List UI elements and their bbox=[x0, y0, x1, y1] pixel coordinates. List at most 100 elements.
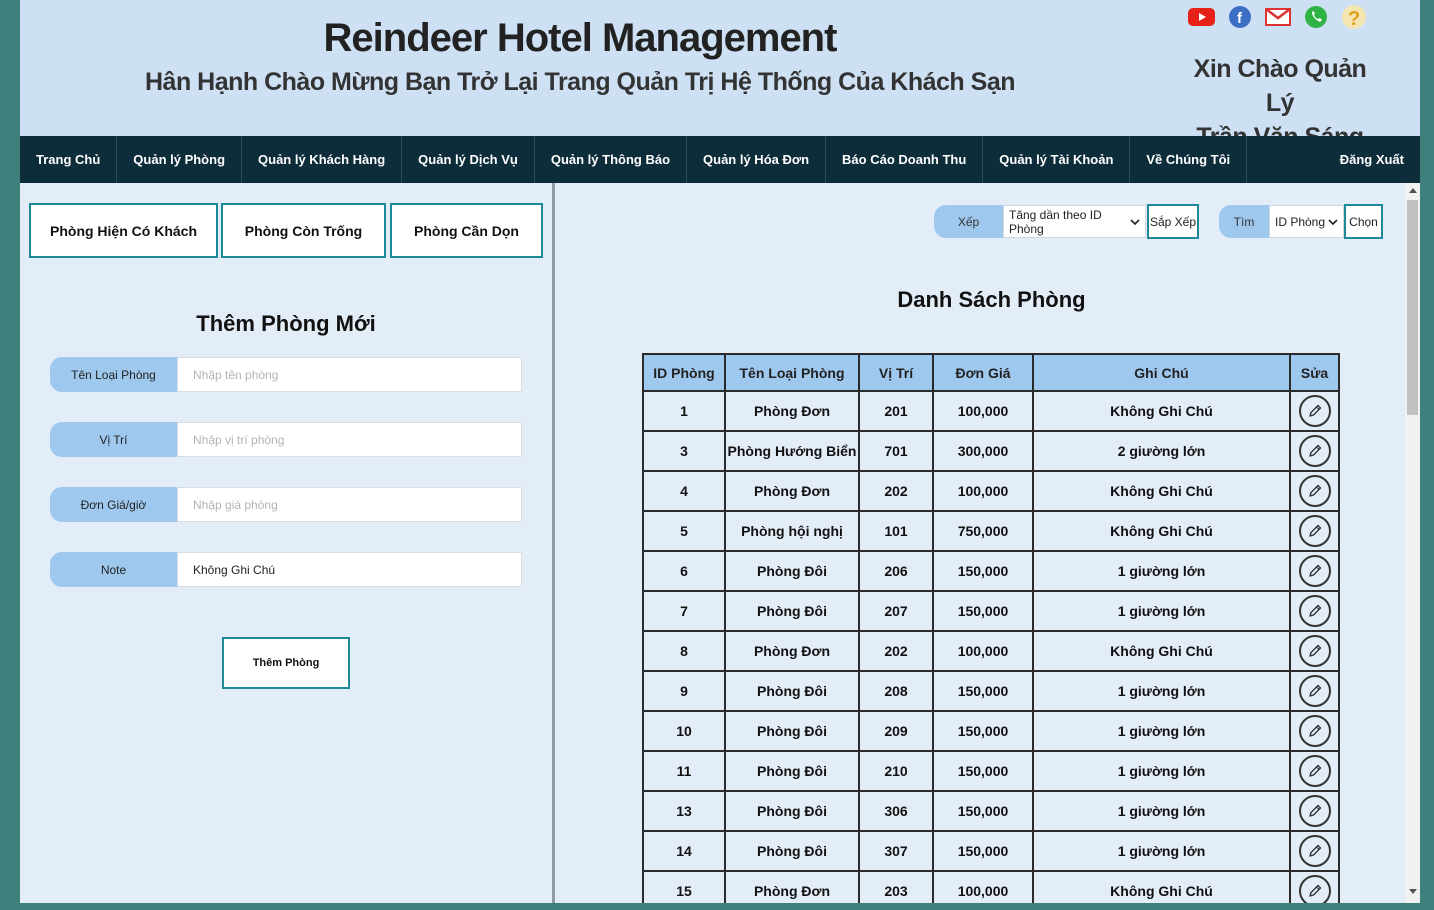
table-row: 9 Phòng Đôi 208 150,000 1 giường lớn bbox=[642, 670, 1340, 712]
cell-edit bbox=[1289, 390, 1340, 432]
cell-room-type: Phòng Đơn bbox=[724, 470, 860, 512]
note-label: Note bbox=[50, 552, 177, 587]
edit-pencil-icon[interactable] bbox=[1298, 835, 1331, 867]
whatsapp-icon[interactable] bbox=[1302, 5, 1329, 29]
scroll-up-arrow-icon[interactable] bbox=[1409, 188, 1417, 193]
edit-pencil-icon[interactable] bbox=[1298, 715, 1331, 747]
col-room-type[interactable]: Tên Loại Phòng bbox=[724, 353, 860, 392]
cell-room-id: 1 bbox=[642, 390, 726, 432]
nav-revenue-report[interactable]: Báo Cáo Doanh Thu bbox=[826, 136, 984, 183]
room-type-input[interactable]: Nhập tên phòng bbox=[177, 357, 522, 392]
col-room-id[interactable]: ID Phòng bbox=[642, 353, 726, 392]
cell-location: 207 bbox=[858, 590, 934, 632]
room-type-label: Tên Loại Phòng bbox=[50, 357, 177, 392]
edit-pencil-icon[interactable] bbox=[1298, 395, 1331, 427]
cell-price: 100,000 bbox=[932, 630, 1034, 672]
add-room-button[interactable]: Thêm Phòng bbox=[222, 637, 350, 689]
logout-link[interactable]: Đăng Xuất bbox=[1324, 136, 1420, 183]
table-row: 1 Phòng Đơn 201 100,000 Không Ghi Chú bbox=[642, 390, 1340, 432]
cell-price: 300,000 bbox=[932, 430, 1034, 472]
price-row: Đơn Giá/giờ Nhập giá phòng bbox=[50, 487, 522, 522]
search-button[interactable]: Chọn bbox=[1344, 204, 1383, 239]
price-input[interactable]: Nhập giá phòng bbox=[177, 487, 522, 522]
edit-pencil-icon[interactable] bbox=[1298, 435, 1331, 467]
page-subtitle: Hân Hạnh Chào Mừng Bạn Trở Lại Trang Quả… bbox=[144, 68, 1016, 96]
edit-pencil-icon[interactable] bbox=[1298, 595, 1331, 627]
search-field-select[interactable]: ID Phòng bbox=[1269, 205, 1344, 238]
nav-account-management[interactable]: Quản lý Tài Khoản bbox=[983, 136, 1131, 183]
cell-edit bbox=[1289, 510, 1340, 552]
cell-location: 209 bbox=[858, 710, 934, 752]
cell-room-type: Phòng Đôi bbox=[724, 710, 860, 752]
edit-pencil-icon[interactable] bbox=[1298, 515, 1331, 547]
cell-room-id: 10 bbox=[642, 710, 726, 752]
nav-service-management[interactable]: Quản lý Dịch Vụ bbox=[402, 136, 535, 183]
sort-select[interactable]: Tăng dần theo ID Phòng bbox=[1003, 205, 1146, 238]
gmail-icon[interactable] bbox=[1264, 5, 1291, 29]
table-row: 3 Phòng Hướng Biển 701 300,000 2 giường lớn bbox=[642, 430, 1340, 472]
nav-invoice-management[interactable]: Quản lý Hóa Đơn bbox=[687, 136, 827, 183]
greeting-title: Xin Chào Quản Lý bbox=[1193, 55, 1367, 117]
search-label: Tìm bbox=[1219, 205, 1269, 238]
cell-price: 150,000 bbox=[932, 830, 1034, 872]
cell-note: Không Ghi Chú bbox=[1032, 390, 1291, 432]
cell-price: 100,000 bbox=[932, 870, 1034, 903]
cell-room-type: Phòng Đơn bbox=[724, 630, 860, 672]
cell-room-id: 13 bbox=[642, 790, 726, 832]
scroll-down-arrow-icon[interactable] bbox=[1409, 889, 1417, 894]
occupied-rooms-button[interactable]: Phòng Hiện Có Khách bbox=[29, 203, 218, 258]
youtube-icon[interactable] bbox=[1188, 5, 1215, 29]
cell-note: 2 giường lớn bbox=[1032, 430, 1291, 472]
col-note[interactable]: Ghi Chú bbox=[1032, 353, 1291, 392]
table-row: 14 Phòng Đôi 307 150,000 1 giường lớn bbox=[642, 830, 1340, 872]
note-input[interactable]: Không Ghi Chú bbox=[177, 552, 522, 587]
help-icon[interactable]: ? bbox=[1340, 5, 1367, 30]
table-row: 11 Phòng Đôi 210 150,000 1 giường lớn bbox=[642, 750, 1340, 792]
scrollbar-thumb[interactable] bbox=[1407, 200, 1418, 415]
cell-room-id: 15 bbox=[642, 870, 726, 903]
cell-location: 210 bbox=[858, 750, 934, 792]
nav-customer-management[interactable]: Quản lý Khách Hàng bbox=[242, 136, 403, 183]
cell-price: 150,000 bbox=[932, 750, 1034, 792]
nav-notification-management[interactable]: Quản lý Thông Báo bbox=[535, 136, 688, 183]
edit-pencil-icon[interactable] bbox=[1298, 635, 1331, 667]
sort-select-value: Tăng dần theo ID Phòng bbox=[1009, 207, 1102, 236]
cell-note: Không Ghi Chú bbox=[1032, 470, 1291, 512]
cell-room-id: 4 bbox=[642, 470, 726, 512]
edit-pencil-icon[interactable] bbox=[1298, 475, 1331, 507]
table-row: 10 Phòng Đôi 209 150,000 1 giường lớn bbox=[642, 710, 1340, 752]
cell-price: 150,000 bbox=[932, 670, 1034, 712]
col-location[interactable]: Vị Trí bbox=[858, 353, 934, 392]
nav-room-management[interactable]: Quản lý Phòng bbox=[117, 136, 243, 183]
location-label: Vị Trí bbox=[50, 422, 177, 457]
cell-price: 100,000 bbox=[932, 390, 1034, 432]
cleaning-rooms-button[interactable]: Phòng Cần Dọn bbox=[390, 203, 543, 258]
vacant-rooms-button[interactable]: Phòng Còn Trống bbox=[221, 203, 386, 258]
edit-pencil-icon[interactable] bbox=[1298, 755, 1331, 787]
room-list-title: Danh Sách Phòng bbox=[897, 287, 1086, 312]
edit-pencil-icon[interactable] bbox=[1298, 555, 1331, 587]
col-price[interactable]: Đơn Giá bbox=[932, 353, 1034, 392]
nav-home[interactable]: Trang Chủ bbox=[20, 136, 118, 183]
table-row: 7 Phòng Đôi 207 150,000 1 giường lớn bbox=[642, 590, 1340, 632]
location-input[interactable]: Nhập vị trí phòng bbox=[177, 422, 522, 457]
edit-pencil-icon[interactable] bbox=[1298, 795, 1331, 827]
cell-note: 1 giường lớn bbox=[1032, 670, 1291, 712]
edit-pencil-icon[interactable] bbox=[1298, 675, 1331, 707]
room-table-body: 1 Phòng Đơn 201 100,000 Không Ghi Chú 3 Phòng … bbox=[642, 390, 1340, 903]
cell-room-type: Phòng Đôi bbox=[724, 670, 860, 712]
cell-edit bbox=[1289, 550, 1340, 592]
cell-room-id: 6 bbox=[642, 550, 726, 592]
page-scrollbar[interactable] bbox=[1405, 183, 1420, 903]
facebook-icon[interactable]: f bbox=[1226, 5, 1253, 29]
search-field-value: ID Phòng bbox=[1275, 214, 1326, 229]
cell-note: 1 giường lớn bbox=[1032, 750, 1291, 792]
nav-about-us[interactable]: Về Chúng Tôi bbox=[1130, 136, 1248, 183]
cell-room-type: Phòng Hướng Biển bbox=[724, 430, 860, 472]
sort-button[interactable]: Sắp Xếp bbox=[1147, 204, 1199, 239]
cell-room-id: 5 bbox=[642, 510, 726, 552]
edit-pencil-icon[interactable] bbox=[1298, 875, 1331, 903]
cell-edit bbox=[1289, 590, 1340, 632]
cell-room-id: 14 bbox=[642, 830, 726, 872]
cell-location: 307 bbox=[858, 830, 934, 872]
